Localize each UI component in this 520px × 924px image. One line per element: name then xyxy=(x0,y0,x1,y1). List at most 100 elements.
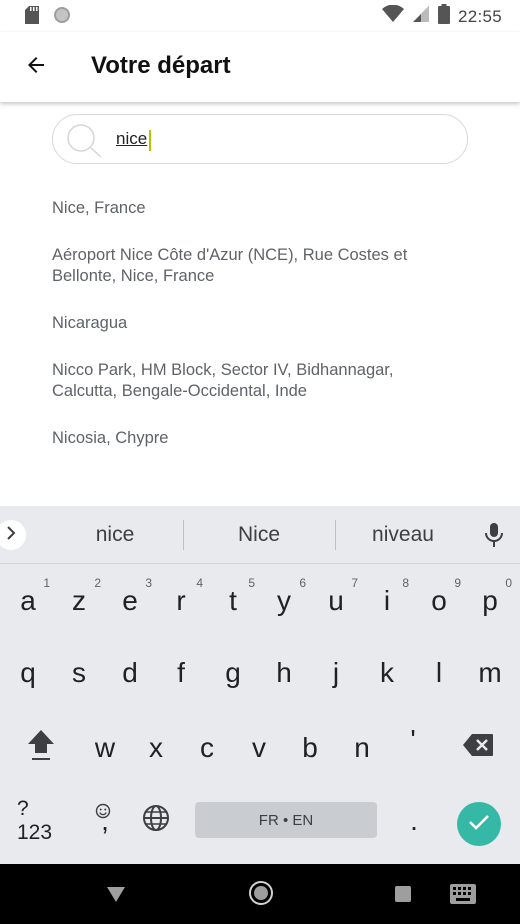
key-o[interactable]: o9 xyxy=(416,570,462,632)
page-title: Votre départ xyxy=(91,52,231,79)
suggestion-strip: nice Nice niveau xyxy=(0,506,520,564)
system-nav-bar xyxy=(0,864,520,924)
home-circle-icon[interactable] xyxy=(248,880,274,911)
language-key[interactable] xyxy=(133,790,179,852)
checkmark-icon xyxy=(467,810,491,839)
key-hint: 8 xyxy=(402,576,409,590)
key-label: z xyxy=(72,585,86,616)
key-q[interactable]: q xyxy=(5,642,51,704)
key-t[interactable]: t5 xyxy=(210,570,256,632)
recents-square-icon[interactable] xyxy=(395,886,411,907)
list-item[interactable]: Nice, France xyxy=(52,198,472,219)
text-caret xyxy=(149,130,151,151)
search-field[interactable]: nice xyxy=(52,114,468,164)
emoji-icon xyxy=(95,794,111,826)
key-a[interactable]: a1 xyxy=(5,570,51,632)
arrow-left-icon xyxy=(24,53,48,82)
key-s[interactable]: s xyxy=(56,642,102,704)
result-text: Nicco Park, HM Block, Sector IV, Bidhann… xyxy=(52,361,394,379)
key-hint: 7 xyxy=(351,576,358,590)
suggestion-3[interactable]: niveau xyxy=(333,523,473,547)
expand-suggestions-button[interactable] xyxy=(0,520,26,550)
key-n[interactable]: n xyxy=(339,717,385,779)
shift-key[interactable] xyxy=(18,717,64,779)
result-text: Aéroport Nice Côte d'Azur (NCE), Rue Cos… xyxy=(52,246,408,264)
cell-signal-icon xyxy=(412,5,430,28)
key-hint: 3 xyxy=(145,576,152,590)
backspace-key[interactable] xyxy=(455,717,501,779)
chevron-right-icon xyxy=(4,525,18,545)
keyboard-switcher-icon[interactable] xyxy=(450,884,476,909)
key-f[interactable]: f xyxy=(158,642,204,704)
status-bar: 22:55 xyxy=(0,0,520,32)
key-u[interactable]: u7 xyxy=(313,570,359,632)
result-subtext: Calcutta, Bengale-Occidental, Inde xyxy=(52,382,307,400)
key-hint: 0 xyxy=(505,576,512,590)
key-label: e xyxy=(122,585,138,616)
list-item[interactable]: Nicaragua xyxy=(52,313,472,334)
key-label: o xyxy=(431,585,447,616)
suggestion-2[interactable]: Nice xyxy=(189,523,329,547)
key-label: k xyxy=(380,657,394,688)
key-label: p xyxy=(482,585,498,616)
key-label: f xyxy=(177,657,185,688)
key-label: c xyxy=(200,732,214,763)
key-label: n xyxy=(354,732,370,763)
key-apostrophe[interactable]: ' xyxy=(390,709,436,771)
space-bar[interactable]: FR • EN xyxy=(195,802,377,838)
key-j[interactable]: j xyxy=(313,642,359,704)
suggestion-1[interactable]: nice xyxy=(45,523,185,547)
key-hint: 5 xyxy=(248,576,255,590)
key-y[interactable]: y6 xyxy=(261,570,307,632)
key-h[interactable]: h xyxy=(261,642,307,704)
result-subtext: Bellonte, Nice, France xyxy=(52,267,215,285)
key-c[interactable]: c xyxy=(184,717,230,779)
key-i[interactable]: i8 xyxy=(364,570,410,632)
key-hint: 6 xyxy=(299,576,306,590)
key-g[interactable]: g xyxy=(210,642,256,704)
key-label: t xyxy=(229,585,237,616)
key-label: s xyxy=(72,657,86,688)
symbols-key[interactable]: ?123 xyxy=(17,790,63,852)
key-label: h xyxy=(276,657,292,688)
back-button[interactable] xyxy=(18,49,54,85)
list-item[interactable]: Nicco Park, HM Block, Sector IV, Bidhann… xyxy=(52,360,472,402)
key-label: w xyxy=(94,732,116,763)
clock: 22:55 xyxy=(457,6,502,26)
comma-key[interactable]: , xyxy=(82,790,128,852)
result-text: Nice, France xyxy=(52,199,146,217)
key-label: j xyxy=(332,657,340,688)
period-key[interactable]: . xyxy=(391,790,437,852)
search-input[interactable]: nice xyxy=(116,129,147,149)
key-b[interactable]: b xyxy=(287,717,333,779)
enter-button[interactable] xyxy=(457,802,501,846)
list-item[interactable]: Nicosia, Chypre xyxy=(52,428,472,449)
key-label: m xyxy=(478,657,502,688)
result-text: Nicaragua xyxy=(52,314,128,332)
search-icon xyxy=(65,122,105,163)
circle-notification-icon xyxy=(53,6,71,29)
sd-card-icon xyxy=(25,6,39,29)
list-item[interactable]: Aéroport Nice Côte d'Azur (NCE), Rue Cos… xyxy=(52,245,472,287)
backspace-icon xyxy=(462,732,494,764)
key-l[interactable]: l xyxy=(416,642,462,704)
key-m[interactable]: m xyxy=(467,642,513,704)
key-k[interactable]: k xyxy=(364,642,410,704)
key-e[interactable]: e3 xyxy=(107,570,153,632)
key-x[interactable]: x xyxy=(133,717,179,779)
key-z[interactable]: z2 xyxy=(56,570,102,632)
key-w[interactable]: w xyxy=(82,717,128,779)
key-label: g xyxy=(225,657,241,688)
key-v[interactable]: v xyxy=(236,717,282,779)
key-label: r xyxy=(176,585,186,616)
key-label: l xyxy=(435,657,443,688)
key-r[interactable]: r4 xyxy=(158,570,204,632)
microphone-icon[interactable] xyxy=(483,522,505,553)
result-text: Nicosia, Chypre xyxy=(52,429,169,447)
back-triangle-icon[interactable] xyxy=(105,882,127,909)
key-d[interactable]: d xyxy=(107,642,153,704)
soft-keyboard: nice Nice niveau a1 z2 e3 r4 t5 y6 u7 i8… xyxy=(0,506,520,864)
battery-icon xyxy=(437,4,450,29)
key-p[interactable]: p0 xyxy=(467,570,513,632)
key-label: u xyxy=(328,585,344,616)
